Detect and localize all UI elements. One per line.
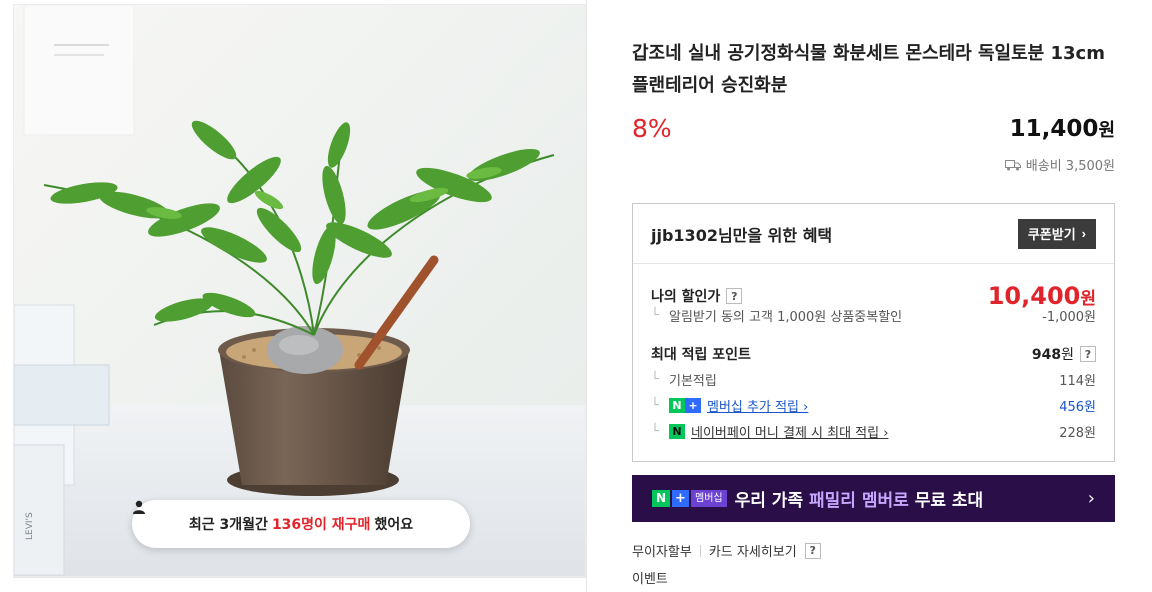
product-title: 갑조네 실내 공기정화식물 화분세트 몬스테라 독일토분 13cm 플랜테리어 … (632, 43, 1105, 96)
repurchase-highlight: 136명이 재구매 (271, 517, 371, 533)
payment-options: 무이자할부 카드 자세히보기 ? (632, 541, 821, 560)
product-detail-page: LEVI'S 최근 3개월간 136명이 재구매 했어요 갑조네 실내 공기정화… (0, 0, 1152, 592)
basic-points-label: └ 기본적립 (651, 370, 717, 389)
family-membership-banner[interactable]: N + 멤버십 우리 가족 패밀리 멤버로 무료 초대 › (632, 475, 1115, 522)
event-label: 이벤트 (632, 572, 668, 587)
banner-text-a: 우리 가족 (734, 491, 810, 511)
basic-points-value: 114원 (1059, 374, 1096, 389)
npay-points-value: 228원 (1059, 426, 1096, 441)
installment-label: 무이자할부 (632, 545, 692, 560)
sale-price-unit: 원 (1098, 120, 1115, 141)
alarm-discount-row: └ 알림받기 동의 고객 1,000원 상품중복할인 -1,000원 (651, 306, 1096, 325)
naver-plus-membership-badge: N + 멤버십 (652, 490, 727, 507)
card-details-link[interactable]: 카드 자세히보기 (709, 541, 797, 560)
repurchase-prefix: 최근 3개월간 (188, 517, 268, 533)
benefit-header: jjb1302님만을 위한 혜택 쿠폰받기 › (633, 204, 1114, 264)
svg-text:LEVI'S: LEVI'S (25, 512, 35, 540)
person-icon (133, 500, 145, 514)
sale-price-value: 11,400 (1009, 116, 1099, 142)
sale-price: 11,400원 (1010, 116, 1115, 142)
benefit-title: jjb1302님만을 위한 혜택 (651, 225, 833, 245)
branch-icon: └ (651, 424, 659, 439)
membership-points-label: └ N + 멤버십 추가 적립 › (651, 396, 808, 415)
npay-points-row: └ N 네이버페이 머니 결제 시 최대 적립 › 228원 (651, 422, 1096, 441)
banner-text: 우리 가족 패밀리 멤버로 무료 초대 (735, 486, 984, 511)
column-divider (586, 0, 587, 592)
basic-points-row: └ 기본적립 114원 (651, 370, 1096, 389)
banner-text-accent: 패밀리 멤버로 (809, 491, 909, 511)
membership-points-text: 멤버십 추가 적립 (707, 400, 799, 415)
repurchase-suffix: 했어요 (374, 517, 414, 533)
alarm-discount-text: 알림받기 동의 고객 1,000원 상품중복할인 (669, 310, 903, 325)
max-points-value: 948 (1031, 347, 1062, 363)
max-points-label: 최대 적립 포인트 (651, 347, 751, 363)
help-icon[interactable]: ? (726, 288, 743, 304)
max-points-row: 최대 적립 포인트 948원 ? (651, 344, 1096, 364)
membership-points-value: 456원 (1059, 400, 1096, 415)
naver-n-icon: N (652, 490, 670, 507)
repurchase-badge: 최근 3개월간 136명이 재구매 했어요 (132, 500, 470, 548)
membership-points-row: └ N + 멤버십 추가 적립 › 456원 (651, 396, 1096, 415)
coupon-download-label: 쿠폰받기 (1027, 227, 1076, 242)
my-price-label-text: 나의 할인가 (651, 289, 721, 305)
branch-icon: └ (651, 308, 659, 323)
chevron-right-icon: › (1081, 226, 1086, 241)
shipping-fee-text: 배송비 3,500원 (1025, 159, 1115, 174)
coupon-download-button[interactable]: 쿠폰받기 › (1017, 218, 1096, 249)
separator (699, 544, 701, 557)
npay-points-link[interactable]: 네이버페이 머니 결제 시 최대 적립 › (691, 422, 888, 441)
max-points-unit: 원 (1061, 347, 1074, 363)
shipping-fee: 배송비 3,500원 (1004, 155, 1115, 174)
branch-icon: └ (651, 398, 659, 413)
help-icon[interactable]: ? (804, 542, 821, 559)
max-points: 948원 ? (1032, 344, 1096, 364)
naver-pay-icon: N (669, 424, 685, 439)
banner-text-b: 무료 초대 (908, 491, 984, 511)
plus-icon: + (672, 490, 689, 507)
basic-points-text: 기본적립 (669, 374, 717, 389)
chevron-right-icon: › (1087, 488, 1095, 509)
alarm-discount-label: └ 알림받기 동의 고객 1,000원 상품중복할인 (651, 306, 902, 325)
discount-rate: 8% (632, 114, 672, 143)
photo-divider (13, 577, 586, 578)
max-points-amount: 948원 (1032, 344, 1074, 364)
truck-icon (1004, 159, 1021, 170)
naver-plus-icon: N + (669, 398, 701, 413)
my-price-label: 나의 할인가 ? (651, 286, 743, 306)
member-benefit-box: jjb1302님만을 위한 혜택 쿠폰받기 › 나의 할인가 ? 10,400원… (632, 203, 1115, 462)
npay-points-text: 네이버페이 머니 결제 시 최대 적립 (691, 426, 880, 441)
membership-points-link[interactable]: 멤버십 추가 적립 › (707, 396, 808, 415)
plant-illustration: LEVI'S (14, 5, 585, 576)
alarm-discount-value: -1,000원 (1042, 310, 1096, 325)
membership-badge-label: 멤버십 (691, 490, 727, 507)
branch-icon: └ (651, 372, 659, 387)
npay-points-label: └ N 네이버페이 머니 결제 시 최대 적립 › (651, 422, 888, 441)
help-icon[interactable]: ? (1080, 346, 1096, 362)
product-photo[interactable]: LEVI'S 최근 3개월간 136명이 재구매 했어요 (13, 4, 586, 577)
